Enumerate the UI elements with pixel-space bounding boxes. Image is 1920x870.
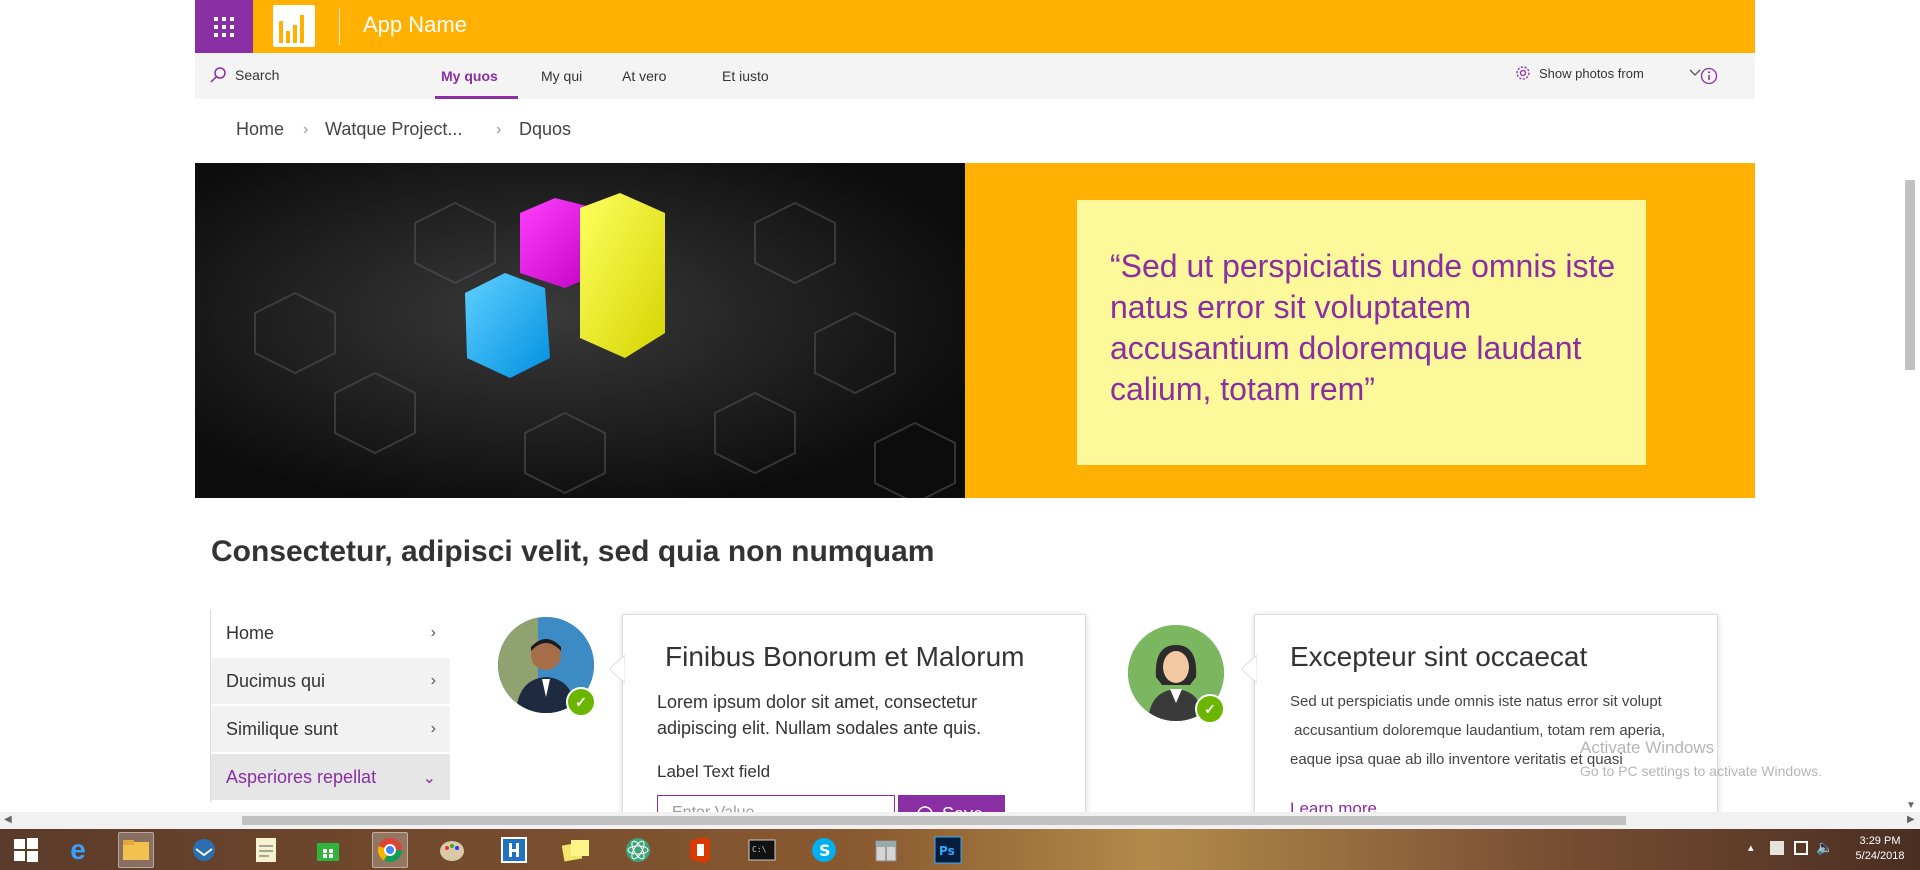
photoshop-icon[interactable]: Ps <box>930 832 966 868</box>
svg-text:C:\: C:\ <box>752 845 767 854</box>
card-body-line: accusantium doloremque laudantium, totam… <box>1290 722 1666 739</box>
search-icon <box>210 67 226 83</box>
volume-icon[interactable]: 🔈 <box>1816 840 1833 855</box>
app-name: App Name <box>363 12 467 37</box>
tab-et-iusto[interactable]: Et iusto <box>722 68 769 84</box>
thunderbird-icon[interactable] <box>186 832 222 868</box>
svg-text:S: S <box>819 841 831 860</box>
nav-bar: Search My quos My qui At vero Et iusto S… <box>195 53 1755 99</box>
internet-explorer-icon[interactable]: e <box>60 832 96 868</box>
scroll-right-arrow-icon[interactable]: ▶ <box>1907 814 1915 825</box>
card-title: Finibus Bonorum et Malorum <box>665 641 1025 672</box>
atom-icon[interactable] <box>620 832 656 868</box>
breadcrumb-current[interactable]: Dquos <box>519 119 571 140</box>
bar-chart-logo-icon <box>273 5 315 47</box>
activate-windows-title: Activate Windows <box>1580 738 1715 757</box>
clock[interactable]: 3:29 PM 5/24/2018 <box>1845 834 1915 864</box>
verified-check-icon: ✓ <box>1195 694 1225 724</box>
sidebar-item-asperiores-repellat[interactable]: Asperiores repellat ⌄ <box>210 754 450 800</box>
hero-quote: “Sed ut perspiciatis unde omnis iste nat… <box>1110 248 1616 407</box>
card-body-line: Sed ut perspiciatis unde omnis iste natu… <box>1290 693 1662 710</box>
sidebar-item-home[interactable]: Home › <box>210 610 450 656</box>
gear-icon <box>1516 66 1530 80</box>
scroll-down-arrow-icon[interactable]: ▼ <box>1906 800 1916 811</box>
show-photos-dropdown[interactable]: Show photos from <box>1515 65 1702 81</box>
section-title: Consectetur, adipisci velit, sed quia no… <box>211 535 935 568</box>
store-icon[interactable] <box>310 832 346 868</box>
card-body: Sed ut perspiciatis unde omnis iste natu… <box>1290 687 1710 774</box>
card-pointer <box>609 655 625 683</box>
app-bar-divider <box>339 8 340 45</box>
chevron-down-icon: ⌄ <box>422 770 436 787</box>
breadcrumb-separator-icon: › <box>496 121 502 138</box>
skype-icon[interactable]: S <box>806 832 842 868</box>
info-icon[interactable] <box>1700 67 1718 85</box>
chrome-icon[interactable] <box>372 832 408 868</box>
field-label: Label Text field <box>657 762 771 781</box>
card-body: Lorem ipsum dolor sit amet, consectetur … <box>657 692 982 738</box>
app-launcher-button[interactable] <box>195 0 253 53</box>
chevron-right-icon: › <box>430 624 436 641</box>
windows-start-icon[interactable] <box>8 832 44 868</box>
sidebar-item-label: Similique sunt <box>226 718 339 739</box>
breadcrumb-project[interactable]: Watque Project... <box>325 119 462 140</box>
action-center-flag-icon[interactable] <box>1770 841 1784 855</box>
clock-date: 5/24/2018 <box>1855 850 1905 862</box>
side-nav: Home › Ducimus qui › Similique sunt › As… <box>210 610 450 802</box>
breadcrumb-separator-icon: › <box>303 121 309 138</box>
office-icon[interactable] <box>682 832 718 868</box>
chevron-right-icon: › <box>430 720 436 737</box>
clock-time: 3:29 PM <box>1859 835 1901 847</box>
svg-text:Ps: Ps <box>939 844 955 858</box>
show-photos-label: Show photos from <box>1539 65 1644 81</box>
sidebar-item-similique-sunt[interactable]: Similique sunt › <box>210 706 450 752</box>
sidebar-item-label: Ducimus qui <box>226 670 326 691</box>
card-body-line: eaque ipsa quae ab illo inventore verita… <box>1290 751 1623 768</box>
sidebar-item-label: Home <box>226 622 275 643</box>
tab-at-vero[interactable]: At vero <box>622 68 666 84</box>
hexagon-blocks-illustration <box>195 163 965 498</box>
app-bar: App Name <box>195 0 1755 53</box>
search-input[interactable]: Search <box>235 67 279 83</box>
card-pointer <box>1241 655 1257 683</box>
quote-box: “Sed ut perspiciatis unde omnis iste nat… <box>1077 200 1646 465</box>
file-explorer-icon[interactable] <box>118 832 154 868</box>
scroll-left-arrow-icon[interactable]: ◀ <box>4 814 12 825</box>
card-title: Excepteur sint occaecat <box>1290 641 1588 672</box>
sidebar-item-ducimus-qui[interactable]: Ducimus qui › <box>210 658 450 704</box>
taskbar: e C:\ S Ps ▴ 🔈 3:29 PM 5/24/2018 <box>0 829 1920 870</box>
breadcrumb: Home › Watque Project... › Dquos <box>195 99 1755 163</box>
sidebar-border <box>210 610 211 802</box>
verified-check-icon: ✓ <box>566 687 596 717</box>
tab-my-quos[interactable]: My quos <box>441 68 498 84</box>
horizontal-scroll-thumb[interactable] <box>242 816 1626 825</box>
cmd-icon[interactable]: C:\ <box>744 832 780 868</box>
hero-image <box>195 163 965 498</box>
sticky-notes-icon[interactable] <box>558 832 594 868</box>
network-icon[interactable] <box>1794 841 1808 855</box>
archive-icon[interactable] <box>868 832 904 868</box>
tab-my-qui[interactable]: My qui <box>541 68 582 84</box>
show-hidden-icons[interactable]: ▴ <box>1748 841 1754 856</box>
waffle-icon <box>214 16 234 37</box>
paint-icon[interactable] <box>434 832 470 868</box>
notepad-icon[interactable] <box>248 832 284 868</box>
activate-windows-subtitle: Go to PC settings to activate Windows. <box>1580 763 1822 779</box>
vertical-scrollbar[interactable] <box>1905 180 1915 370</box>
breadcrumb-home[interactable]: Home <box>236 119 284 140</box>
hyper-terminal-icon[interactable] <box>496 832 532 868</box>
chevron-right-icon: › <box>430 672 436 689</box>
sidebar-item-label: Asperiores repellat <box>226 766 377 787</box>
